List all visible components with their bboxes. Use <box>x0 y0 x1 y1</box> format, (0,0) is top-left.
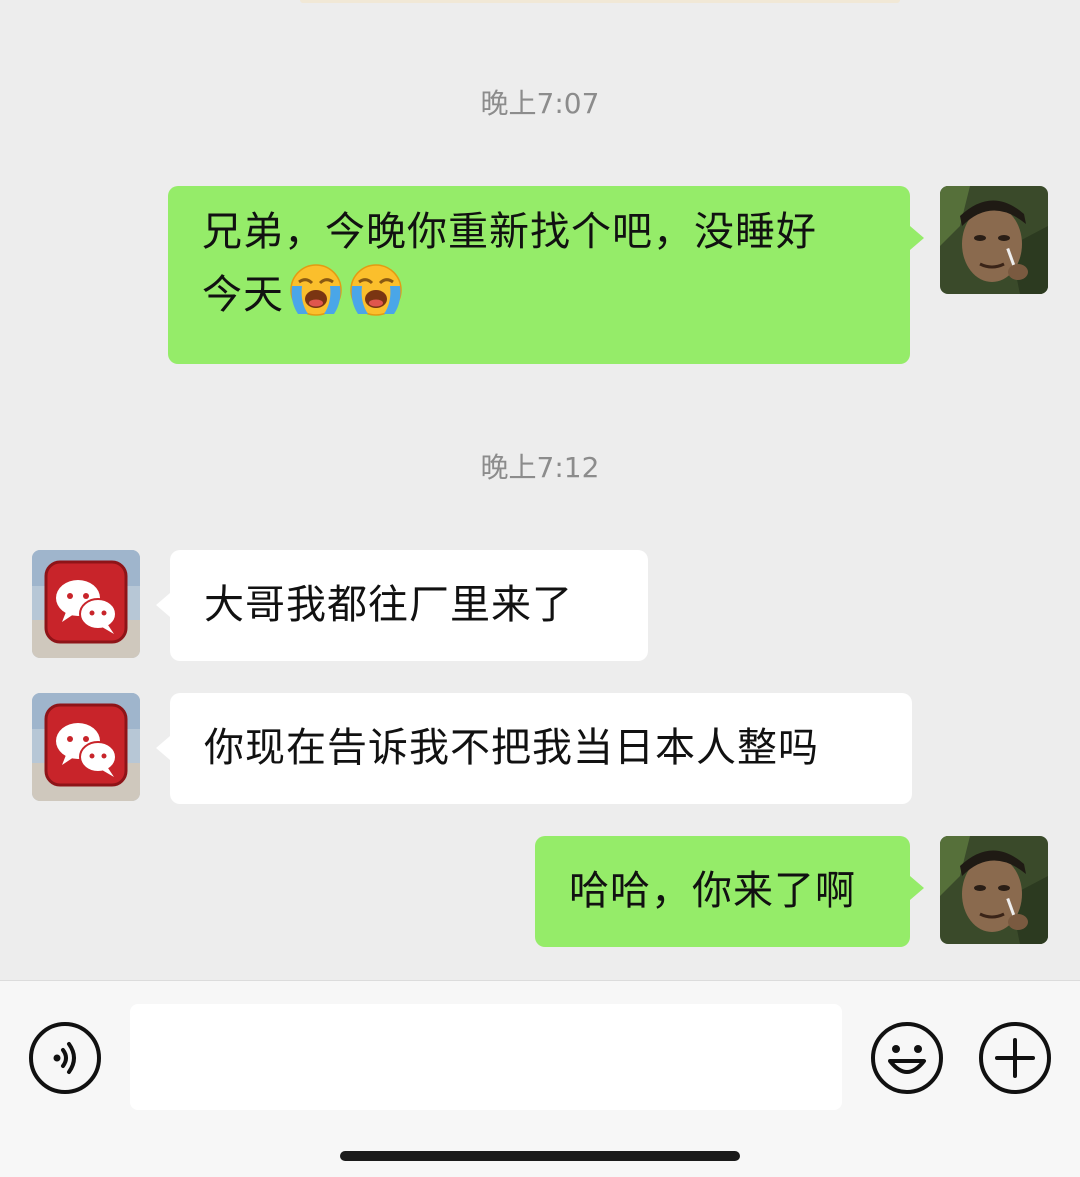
message-text-line: 兄弟，今晚你重新找个吧，没睡好 <box>202 209 817 255</box>
loudly-crying-face-emoji <box>290 264 342 316</box>
message-bubble-contact[interactable]: 你现在告诉我不把我当日本人整吗 <box>156 693 912 804</box>
home-indicator-area <box>0 1132 1080 1177</box>
message-text-line: 今天 <box>202 272 284 318</box>
plus-icon[interactable] <box>978 1021 1052 1095</box>
message-input[interactable] <box>130 1004 842 1110</box>
avatar-self[interactable] <box>940 836 1048 944</box>
message-text: 大哥我都往厂里来了 <box>204 582 573 628</box>
avatar-contact[interactable] <box>32 550 140 658</box>
timestamp: 晚上7:07 <box>480 87 600 120</box>
timestamp: 晚上7:12 <box>480 451 600 484</box>
input-bar <box>0 980 1080 1132</box>
emoji-icon[interactable] <box>870 1021 944 1095</box>
message-text: 兄弟，今晚你重新找个吧，没睡好 今天 <box>202 202 880 325</box>
message-bubble-self[interactable]: 兄弟，今晚你重新找个吧，没睡好 今天 <box>168 186 924 364</box>
avatar-contact[interactable] <box>32 693 140 801</box>
message-text: 你现在告诉我不把我当日本人整吗 <box>204 725 819 771</box>
avatar-self[interactable] <box>940 186 1048 294</box>
voice-mode-icon[interactable] <box>28 1021 102 1095</box>
chat-area[interactable]: 晚上7:07 兄弟，今晚你重新找个吧，没睡好 今天 晚上7:12 大哥我都往厂里… <box>0 0 1080 980</box>
home-indicator[interactable] <box>340 1151 740 1161</box>
message-bubble-contact[interactable]: 大哥我都往厂里来了 <box>156 550 648 661</box>
loudly-crying-face-emoji <box>350 264 402 316</box>
message-bubble-self[interactable]: 哈哈，你来了啊 <box>535 836 924 947</box>
message-text: 哈哈，你来了啊 <box>569 868 856 914</box>
